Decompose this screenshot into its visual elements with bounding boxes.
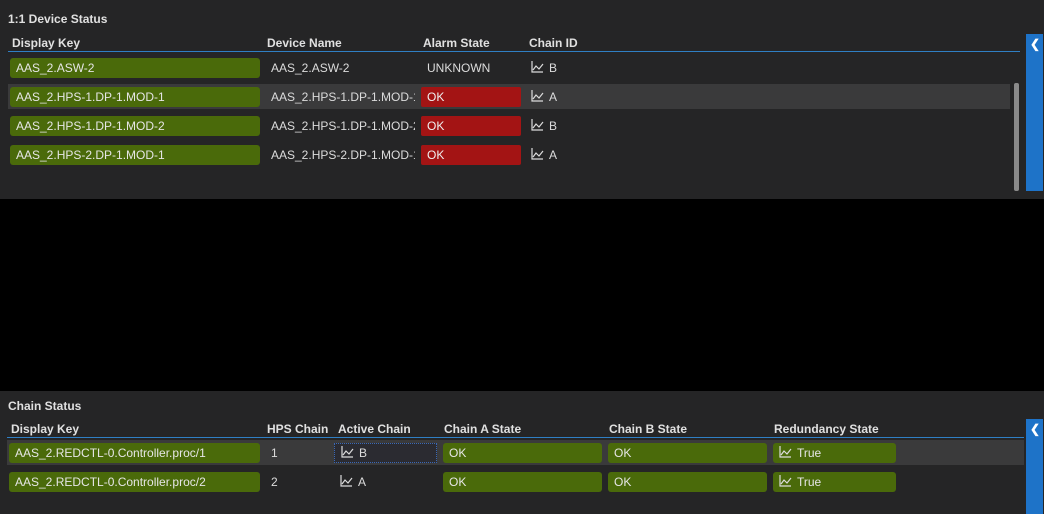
table-row[interactable]: AAS_2.HPS-2.DP-1.MOD-1 AAS_2.HPS-2.DP-1.… (8, 142, 1010, 167)
active-chain-cell[interactable]: B (334, 443, 437, 463)
hps-chain-cell: 1 (271, 446, 278, 460)
alarm-state-cell: OK (421, 145, 521, 165)
table-row[interactable]: AAS_2.HPS-1.DP-1.MOD-1 AAS_2.HPS-1.DP-1.… (8, 84, 1010, 109)
table-row[interactable]: AAS_2.ASW-2 AAS_2.ASW-2 UNKNOWN B (8, 55, 1010, 80)
table-row[interactable]: AAS_2.HPS-1.DP-1.MOD-2 AAS_2.HPS-1.DP-1.… (8, 113, 1010, 138)
header-chain-a-state[interactable]: Chain A State (444, 422, 521, 436)
chain-status-panel: Chain Status Display Key HPS Chain Activ… (0, 391, 1044, 514)
chain-id-cell: A (525, 87, 585, 107)
chart-line-icon (531, 146, 544, 165)
header-display-key[interactable]: Display Key (12, 36, 80, 50)
device-name-cell: AAS_2.HPS-1.DP-1.MOD-1 (271, 90, 415, 104)
device-status-title: 1:1 Device Status (8, 12, 108, 26)
chain-b-state-cell: OK (608, 472, 767, 492)
chain-b-state-cell: OK (608, 443, 767, 463)
alarm-state-cell: OK (421, 87, 521, 107)
display-key-cell[interactable]: AAS_2.REDCTL-0.Controller.proc/2 (9, 472, 260, 492)
table-row[interactable]: AAS_2.REDCTL-0.Controller.proc/1 1 B OK … (7, 440, 1024, 465)
device-name-cell: AAS_2.HPS-1.DP-1.MOD-2 (271, 119, 415, 133)
header-divider (8, 51, 1020, 52)
chevron-left-icon: ❮ (1030, 37, 1041, 51)
chart-line-icon (340, 473, 353, 492)
chain-id-cell: B (525, 116, 585, 136)
chart-line-icon (531, 59, 544, 78)
header-alarm-state[interactable]: Alarm State (423, 36, 490, 50)
redundancy-state-value: True (797, 446, 822, 460)
header-redundancy-state[interactable]: Redundancy State (774, 422, 879, 436)
header-chain-id[interactable]: Chain ID (529, 36, 578, 50)
collapse-side-tab[interactable]: ❮ (1026, 34, 1043, 191)
redundancy-state-cell: True (773, 472, 896, 492)
device-name-cell: AAS_2.HPS-2.DP-1.MOD-1 (271, 148, 415, 162)
display-key-cell[interactable]: AAS_2.HPS-1.DP-1.MOD-1 (10, 87, 260, 107)
device-status-panel: 1:1 Device Status Display Key Device Nam… (0, 0, 1044, 199)
chain-a-state-cell: OK (443, 443, 602, 463)
chart-line-icon (779, 473, 792, 492)
chart-line-icon (779, 444, 792, 463)
scrollbar[interactable] (1014, 83, 1019, 191)
hps-chain-cell: 2 (271, 475, 278, 489)
chart-line-icon (531, 117, 544, 136)
header-device-name[interactable]: Device Name (267, 36, 342, 50)
header-active-chain[interactable]: Active Chain (338, 422, 411, 436)
display-key-cell[interactable]: AAS_2.HPS-1.DP-1.MOD-2 (10, 116, 260, 136)
table-row[interactable]: AAS_2.REDCTL-0.Controller.proc/2 2 A OK … (7, 469, 1024, 494)
chain-id-value: A (549, 148, 558, 162)
display-key-cell[interactable]: AAS_2.ASW-2 (10, 58, 260, 78)
chain-id-value: B (549, 61, 558, 75)
chain-id-cell: A (525, 145, 585, 165)
active-chain-value: B (359, 446, 368, 460)
redundancy-state-value: True (797, 475, 822, 489)
chart-line-icon (531, 88, 544, 107)
scrollbar-thumb[interactable] (1014, 83, 1019, 191)
redundancy-state-cell: True (773, 443, 896, 463)
chevron-left-icon: ❮ (1030, 422, 1041, 436)
header-hps-chain[interactable]: HPS Chain (267, 422, 328, 436)
active-chain-cell[interactable]: A (334, 472, 437, 492)
chain-status-title: Chain Status (8, 399, 82, 413)
collapse-side-tab[interactable]: ❮ (1026, 419, 1043, 514)
display-key-cell[interactable]: AAS_2.HPS-2.DP-1.MOD-1 (10, 145, 260, 165)
header-display-key[interactable]: Display Key (11, 422, 79, 436)
chart-line-icon (341, 445, 354, 462)
chain-a-state-cell: OK (443, 472, 602, 492)
chain-id-value: A (549, 90, 558, 104)
chain-id-value: B (549, 119, 558, 133)
alarm-state-cell: OK (421, 116, 521, 136)
header-divider (7, 437, 1024, 438)
chain-id-cell: B (525, 58, 585, 78)
header-chain-b-state[interactable]: Chain B State (609, 422, 687, 436)
device-name-cell: AAS_2.ASW-2 (271, 61, 350, 75)
active-chain-value: A (358, 475, 367, 489)
display-key-cell[interactable]: AAS_2.REDCTL-0.Controller.proc/1 (9, 443, 260, 463)
alarm-state-cell: UNKNOWN (427, 61, 491, 75)
